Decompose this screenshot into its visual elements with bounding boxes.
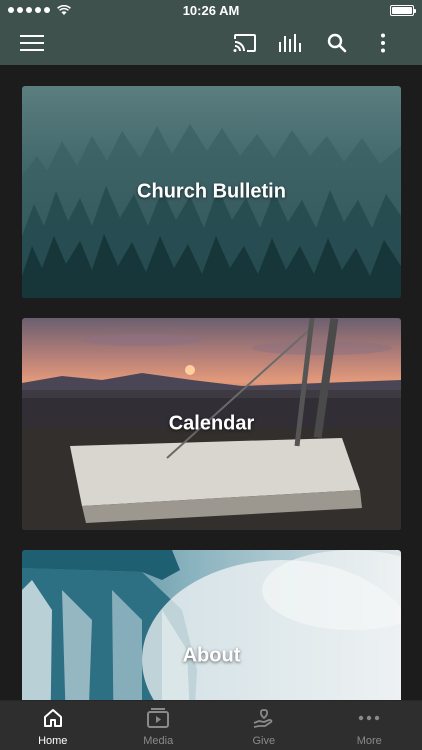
audio-levels-icon xyxy=(279,33,301,52)
card-title: About xyxy=(182,644,241,667)
media-play-icon xyxy=(147,708,170,728)
overflow-menu-button[interactable] xyxy=(360,20,406,65)
more-vertical-icon xyxy=(381,33,385,52)
cast-button[interactable] xyxy=(222,20,268,65)
menu-icon xyxy=(20,34,44,51)
card-church-bulletin[interactable]: Church Bulletin xyxy=(22,86,401,298)
cast-icon xyxy=(233,33,256,52)
tab-label: Give xyxy=(252,735,276,747)
card-about[interactable]: About xyxy=(22,550,401,700)
search-button[interactable] xyxy=(314,20,360,65)
bottom-tab-bar: Home Media Give More xyxy=(0,700,422,750)
give-hand-heart-icon xyxy=(253,709,273,728)
content-list[interactable]: Church Bulletin Calendar About xyxy=(0,65,422,700)
status-bar: 10:26 AM xyxy=(0,0,422,20)
app-header xyxy=(0,20,422,65)
search-icon xyxy=(327,33,347,52)
card-title: Church Bulletin xyxy=(137,180,286,203)
tab-media[interactable]: Media xyxy=(106,701,212,750)
cellular-signal-icon xyxy=(8,4,71,16)
tab-give[interactable]: Give xyxy=(211,701,317,750)
home-icon xyxy=(43,709,62,727)
tab-home[interactable]: Home xyxy=(0,701,106,750)
wifi-icon xyxy=(57,4,71,15)
card-calendar[interactable]: Calendar xyxy=(22,318,401,530)
tab-more[interactable]: More xyxy=(317,701,422,750)
battery-icon xyxy=(390,4,416,16)
tab-label: Home xyxy=(38,735,68,747)
audio-button[interactable] xyxy=(268,20,314,65)
more-horizontal-icon xyxy=(359,715,380,721)
tab-label: More xyxy=(356,735,382,747)
card-title: Calendar xyxy=(168,412,255,435)
waterfall-image xyxy=(22,550,401,700)
tab-label: Media xyxy=(143,735,174,747)
menu-button[interactable] xyxy=(20,20,46,65)
